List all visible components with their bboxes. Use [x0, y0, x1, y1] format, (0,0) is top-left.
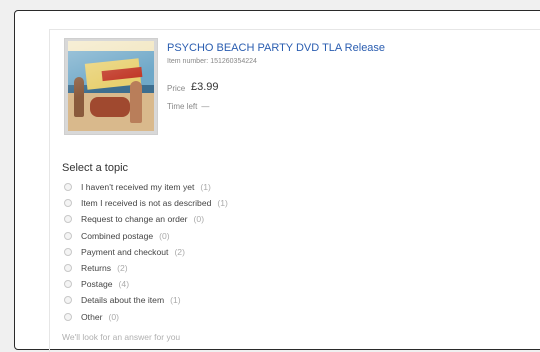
topic-option[interactable]: Returns (2) [64, 260, 228, 276]
topic-label: I haven't received my item yet [81, 182, 195, 193]
radio-button[interactable] [64, 280, 72, 289]
topic-count: (1) [170, 295, 181, 306]
dvd-cover-image [68, 41, 154, 131]
help-panel: PSYCHO BEACH PARTY DVD TLA Release Item … [14, 10, 540, 352]
topic-count: (0) [193, 214, 205, 225]
topic-list: I haven't received my item yet (1) Item I… [64, 179, 228, 325]
topic-count: (1) [200, 182, 211, 193]
time-left: Time left — [167, 102, 209, 111]
topic-option[interactable]: Payment and checkout (2) [64, 244, 228, 260]
topic-option[interactable]: Item I received is not as described (1) [64, 195, 228, 211]
topic-label: Details about the item [81, 295, 165, 306]
topic-option[interactable]: Postage (4) [64, 276, 228, 292]
price-label: Price [167, 84, 186, 93]
topic-count: (2) [117, 263, 128, 274]
topic-option[interactable]: Other (0) [64, 309, 228, 325]
radio-button[interactable] [64, 247, 72, 256]
item-number: Item number: 151260354224 [167, 58, 257, 65]
topic-label: Returns [81, 263, 112, 274]
radio-button[interactable] [64, 264, 72, 273]
radio-button[interactable] [64, 296, 72, 305]
item-title-link[interactable]: PSYCHO BEACH PARTY DVD TLA Release [167, 42, 385, 54]
item-thumbnail[interactable] [64, 38, 158, 135]
topic-label: Item I received is not as described [81, 198, 212, 209]
topic-heading: Select a topic [62, 162, 129, 174]
radio-button[interactable] [64, 312, 72, 321]
topic-label: Postage [81, 279, 113, 290]
radio-button[interactable] [64, 231, 72, 240]
topic-label: Request to change an order [81, 214, 188, 225]
topic-label: Combined postage [81, 230, 154, 241]
topic-option[interactable]: I haven't received my item yet (1) [64, 179, 228, 195]
radio-button[interactable] [64, 183, 72, 192]
topic-label: Payment and checkout [81, 246, 169, 257]
topic-count: (0) [159, 230, 170, 241]
topic-option[interactable]: Details about the item (1) [64, 292, 228, 308]
topic-option[interactable]: Request to change an order (0) [64, 211, 228, 227]
topic-count: (1) [217, 198, 228, 209]
item-number-value: 151260354224 [210, 58, 257, 65]
time-left-label: Time left [167, 102, 198, 111]
footer-note: We'll look for an answer for you [62, 332, 181, 342]
radio-button[interactable] [64, 199, 72, 208]
topic-count: (4) [118, 279, 130, 290]
content-area: PSYCHO BEACH PARTY DVD TLA Release Item … [49, 29, 540, 352]
time-left-value: — [201, 102, 210, 111]
topic-count: (2) [174, 246, 185, 257]
radio-button[interactable] [64, 215, 72, 224]
item-number-label: Item number: [167, 58, 209, 65]
topic-option[interactable]: Combined postage (0) [64, 228, 228, 244]
price-value: £3.99 [191, 81, 219, 93]
topic-label: Other [81, 311, 103, 322]
topic-count: (0) [108, 311, 120, 322]
